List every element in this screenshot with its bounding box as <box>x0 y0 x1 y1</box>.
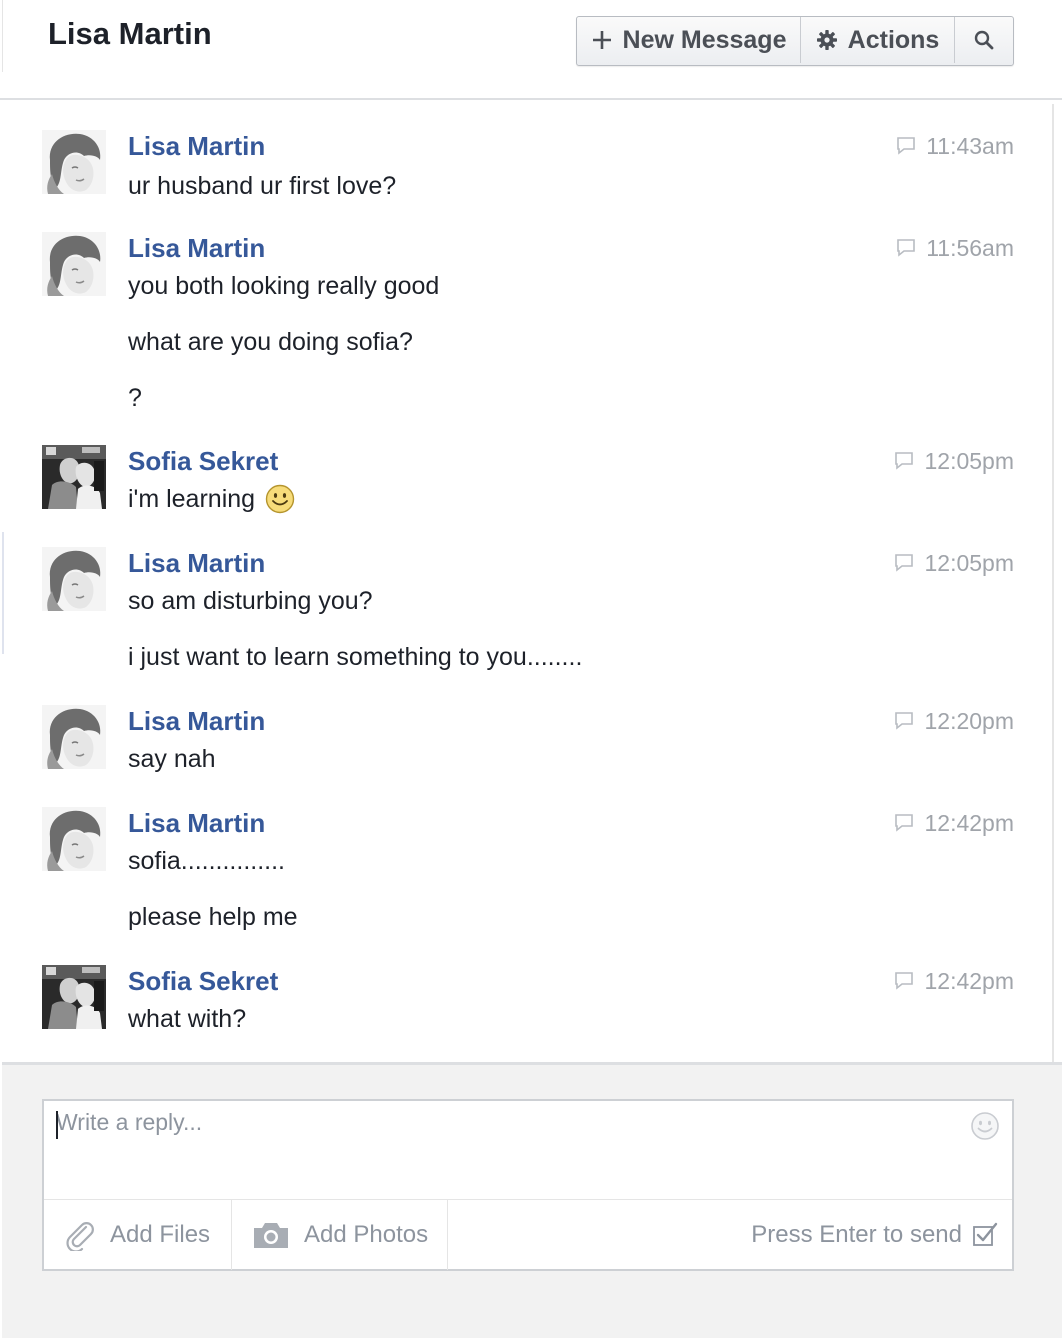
send-hint-label: Press Enter to send <box>751 1221 962 1248</box>
message-text: what are you doing sofia? <box>128 328 413 356</box>
message-group: Lisa Martin 11:56am you both looking rea… <box>42 232 1014 412</box>
sender-name[interactable]: Lisa Martin <box>128 807 265 839</box>
timestamp-text: 12:20pm <box>924 708 1014 734</box>
new-message-label: New Message <box>622 25 787 54</box>
composer-footer: Add Files Add Photos Press Enter to send <box>44 1199 1012 1270</box>
message-text: i just want to learn something to you...… <box>128 643 583 671</box>
reply-composer: Add Files Add Photos Press Enter to send <box>42 1099 1014 1271</box>
message-text: ? <box>128 384 142 412</box>
message-timestamp: 12:42pm <box>894 809 1014 837</box>
plus-icon <box>591 29 613 51</box>
new-message-button[interactable]: New Message <box>577 17 801 63</box>
paperclip-icon <box>64 1219 96 1251</box>
message-timestamp: 12:42pm <box>894 967 1014 995</box>
message-text: you both looking really good <box>128 272 440 300</box>
speech-bubble-icon <box>894 813 914 833</box>
message-thread[interactable]: Lisa Martin 11:43am ur husband ur first … <box>2 104 1054 1062</box>
message-group: Lisa Martin 12:42pm sofia...............… <box>42 807 1014 933</box>
lisa-avatar[interactable] <box>42 807 106 871</box>
sofia-avatar[interactable] <box>42 965 106 1029</box>
add-photos-button[interactable]: Add Photos <box>232 1200 448 1270</box>
lisa-avatar[interactable] <box>42 232 106 296</box>
add-files-button[interactable]: Add Files <box>44 1200 232 1270</box>
message-text: say nah <box>128 745 216 773</box>
conversation-header: Lisa Martin New Message Actions <box>0 0 1062 100</box>
composer-area: Add Files Add Photos Press Enter to send <box>2 1062 1062 1338</box>
speech-bubble-icon <box>894 451 914 471</box>
lisa-avatar[interactable] <box>42 705 106 769</box>
speech-bubble-icon <box>894 553 914 573</box>
actions-label: Actions <box>847 25 940 54</box>
message-text: ur husband ur first love? <box>128 172 397 200</box>
message-group: Sofia Sekret 12:42pm what with? <box>42 965 1014 1035</box>
press-enter-toggle: Press Enter to send <box>751 1200 998 1270</box>
timestamp-text: 12:05pm <box>924 550 1014 576</box>
message-group: Lisa Martin 11:43am ur husband ur first … <box>42 130 1014 200</box>
add-photos-label: Add Photos <box>304 1221 429 1248</box>
speech-bubble-icon <box>894 711 914 731</box>
sender-name[interactable]: Lisa Martin <box>128 705 265 737</box>
message-timestamp: 11:56am <box>896 234 1014 262</box>
message-group: Sofia Sekret 12:05pm i'm learning <box>42 445 1014 515</box>
thread-accent <box>2 532 4 654</box>
message-timestamp: 12:05pm <box>894 549 1014 577</box>
speech-bubble-icon <box>896 238 916 258</box>
message-timestamp: 12:20pm <box>894 707 1014 735</box>
emoji-picker-icon[interactable] <box>970 1111 1000 1141</box>
sender-name[interactable]: Sofia Sekret <box>128 445 278 477</box>
smiley-emoji-icon <box>265 484 295 514</box>
timestamp-text: 11:56am <box>926 235 1014 261</box>
text-caret <box>56 1111 58 1139</box>
press-enter-checkbox[interactable] <box>972 1222 998 1248</box>
lisa-avatar[interactable] <box>42 130 106 194</box>
sender-name[interactable]: Lisa Martin <box>128 130 265 162</box>
message-text: sofia............... <box>128 847 285 875</box>
sender-name[interactable]: Sofia Sekret <box>128 965 278 997</box>
timestamp-text: 12:05pm <box>924 448 1014 474</box>
sender-name[interactable]: Lisa Martin <box>128 547 265 579</box>
actions-button[interactable]: Actions <box>801 17 955 63</box>
message-line: i'm learning <box>128 483 295 515</box>
message-group: Lisa Martin 12:20pm say nah <box>42 705 1014 775</box>
speech-bubble-icon <box>894 971 914 991</box>
message-timestamp: 11:43am <box>896 132 1014 160</box>
timestamp-text: 12:42pm <box>924 810 1014 836</box>
message-text: so am disturbing you? <box>128 587 373 615</box>
message-timestamp: 12:05pm <box>894 447 1014 475</box>
gear-icon <box>816 29 838 51</box>
timestamp-text: 12:42pm <box>924 968 1014 994</box>
camera-icon <box>252 1220 290 1250</box>
add-files-label: Add Files <box>110 1221 211 1248</box>
speech-bubble-icon <box>896 136 916 156</box>
search-button[interactable] <box>955 17 1013 63</box>
message-text: what with? <box>128 1005 247 1033</box>
search-icon <box>973 29 995 51</box>
message-text: i'm learning <box>128 485 256 513</box>
sender-name[interactable]: Lisa Martin <box>128 232 265 264</box>
header-edge <box>2 0 3 72</box>
lisa-avatar[interactable] <box>42 547 106 611</box>
message-group: Lisa Martin 12:05pm so am disturbing you… <box>42 547 1014 673</box>
header-toolbar: New Message Actions <box>576 16 1014 66</box>
sofia-avatar[interactable] <box>42 445 106 509</box>
reply-input[interactable] <box>56 1109 956 1197</box>
message-text: please help me <box>128 903 298 931</box>
timestamp-text: 11:43am <box>926 133 1014 159</box>
conversation-title: Lisa Martin <box>48 16 212 51</box>
